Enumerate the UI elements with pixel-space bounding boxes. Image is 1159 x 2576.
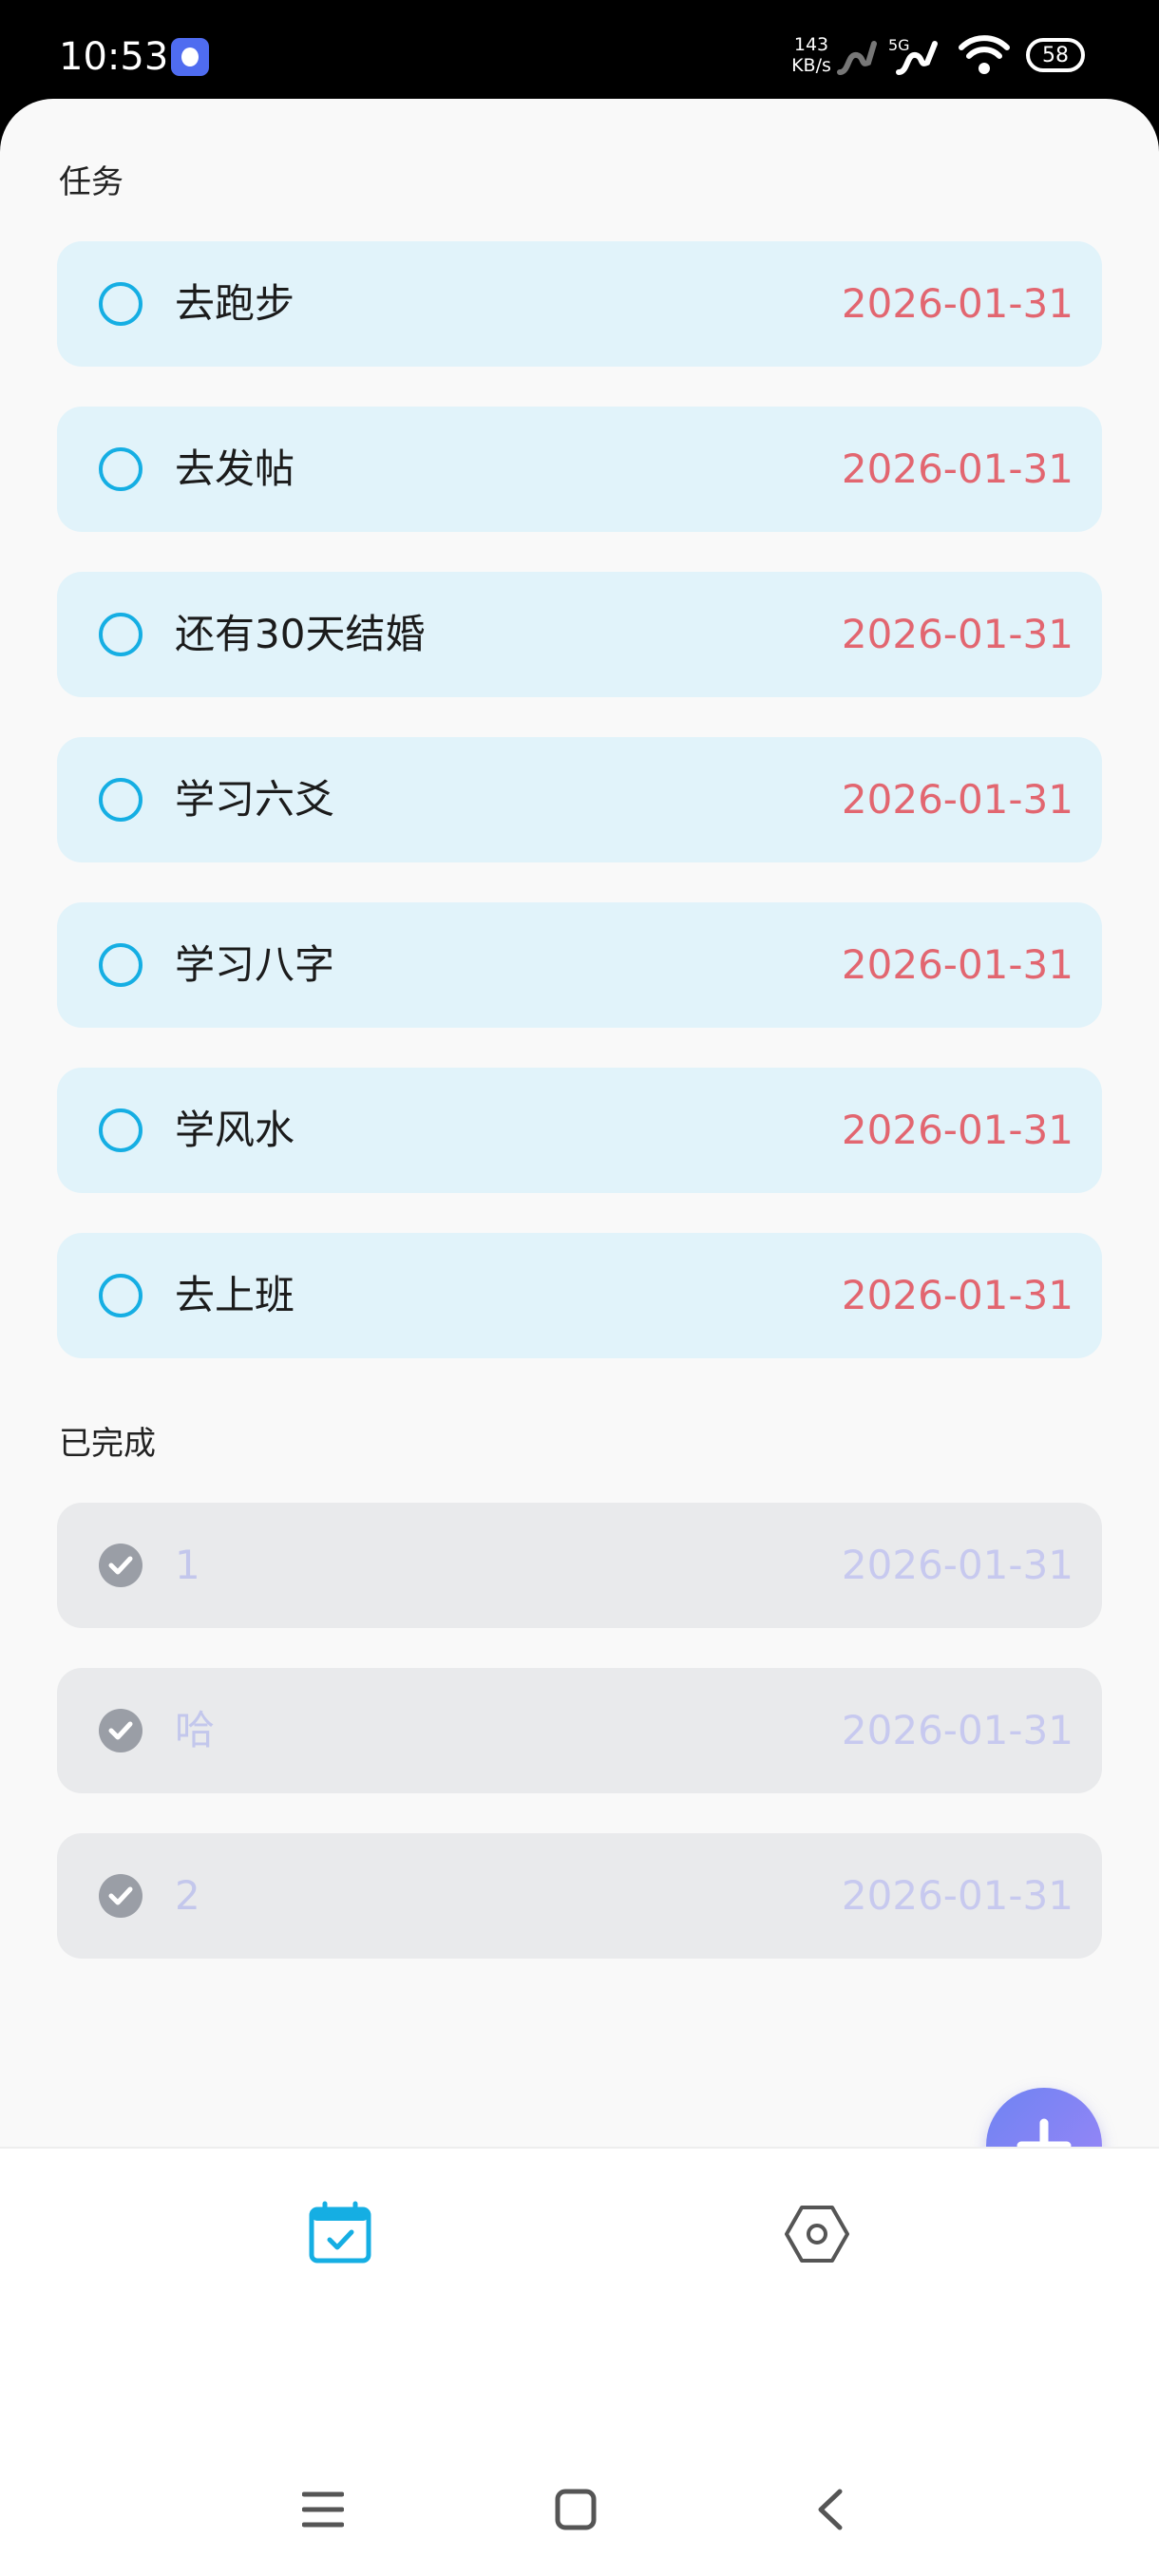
wifi-icon (959, 35, 1010, 74)
completed-section-title: 已完成 (59, 1425, 156, 1463)
task-title: 还有30天结婚 (175, 611, 426, 657)
bottom-nav (0, 2147, 1159, 2394)
completed-task-date: 2026-01-31 (841, 1872, 1074, 1919)
pending-section-title: 任务 (59, 163, 124, 201)
completed-checkbox[interactable] (99, 1874, 142, 1918)
task-date: 2026-01-31 (841, 776, 1074, 823)
network-speed-unit: KB/s (791, 55, 831, 76)
screen: 10:53 143 KB/s 5G 58 任务 去跑步 2026-01-31 去… (0, 0, 1159, 2576)
task-title: 学习八字 (175, 941, 335, 988)
check-icon (108, 1556, 133, 1575)
task-item[interactable]: 学习八字 2026-01-31 (57, 902, 1102, 1028)
completed-checkbox[interactable] (99, 1544, 142, 1587)
completed-task-list: 1 2026-01-31 哈 2026-01-31 2 2026-01-31 (57, 1503, 1102, 1998)
signal-5g-icon (896, 41, 938, 75)
network-speed: 143 KB/s (787, 34, 836, 76)
completed-checkbox[interactable] (99, 1709, 142, 1752)
task-item[interactable]: 去发帖 2026-01-31 (57, 407, 1102, 532)
system-nav-bar (0, 2394, 1159, 2576)
task-checkbox[interactable] (99, 613, 142, 656)
task-checkbox[interactable] (99, 778, 142, 822)
task-item[interactable]: 去上班 2026-01-31 (57, 1233, 1102, 1358)
task-date: 2026-01-31 (841, 280, 1074, 327)
settings-hexagon-icon (785, 2206, 849, 2263)
task-item[interactable]: 学风水 2026-01-31 (57, 1068, 1102, 1193)
completed-task-title: 2 (175, 1872, 200, 1919)
check-icon (108, 1886, 133, 1905)
completed-task-title: 1 (175, 1542, 200, 1588)
task-date: 2026-01-31 (841, 611, 1074, 657)
status-time: 10:53 (59, 35, 169, 79)
task-checkbox[interactable] (99, 1108, 142, 1152)
completed-task-title: 哈 (175, 1707, 216, 1753)
completed-task-item[interactable]: 1 2026-01-31 (57, 1503, 1102, 1628)
task-date: 2026-01-31 (841, 1272, 1074, 1318)
task-title: 学风水 (175, 1107, 295, 1153)
menu-icon[interactable] (302, 2489, 344, 2530)
completed-task-date: 2026-01-31 (841, 1542, 1074, 1588)
main-content: 任务 去跑步 2026-01-31 去发帖 2026-01-31 还有30天结婚… (0, 99, 1159, 2204)
task-checkbox[interactable] (99, 943, 142, 987)
task-item[interactable]: 学习六爻 2026-01-31 (57, 737, 1102, 862)
task-title: 学习六爻 (175, 776, 335, 823)
signal-icon (837, 41, 877, 75)
back-chevron-icon[interactable] (811, 2489, 853, 2530)
task-checkbox[interactable] (99, 447, 142, 491)
app-notification-icon (171, 38, 209, 76)
task-checkbox[interactable] (99, 1274, 142, 1317)
task-item[interactable]: 去跑步 2026-01-31 (57, 241, 1102, 367)
task-date: 2026-01-31 (841, 445, 1074, 492)
task-checkbox[interactable] (99, 282, 142, 326)
task-title: 去发帖 (175, 445, 295, 492)
calendar-check-icon (309, 2201, 371, 2263)
completed-task-item[interactable]: 哈 2026-01-31 (57, 1668, 1102, 1793)
task-title: 去跑步 (175, 280, 295, 327)
task-title: 去上班 (175, 1272, 295, 1318)
task-date: 2026-01-31 (841, 941, 1074, 988)
battery-indicator: 58 (1026, 38, 1085, 72)
status-bar: 10:53 143 KB/s 5G 58 (0, 0, 1159, 101)
network-speed-value: 143 (793, 34, 829, 55)
nav-tasks-tab[interactable] (302, 2196, 378, 2272)
completed-task-item[interactable]: 2 2026-01-31 (57, 1833, 1102, 1959)
check-icon (108, 1721, 133, 1740)
task-date: 2026-01-31 (841, 1107, 1074, 1153)
nav-settings-tab[interactable] (779, 2196, 855, 2272)
task-item[interactable]: 还有30天结婚 2026-01-31 (57, 572, 1102, 697)
home-square-icon[interactable] (555, 2489, 597, 2530)
completed-task-date: 2026-01-31 (841, 1707, 1074, 1753)
pending-task-list: 去跑步 2026-01-31 去发帖 2026-01-31 还有30天结婚 20… (57, 241, 1102, 1398)
